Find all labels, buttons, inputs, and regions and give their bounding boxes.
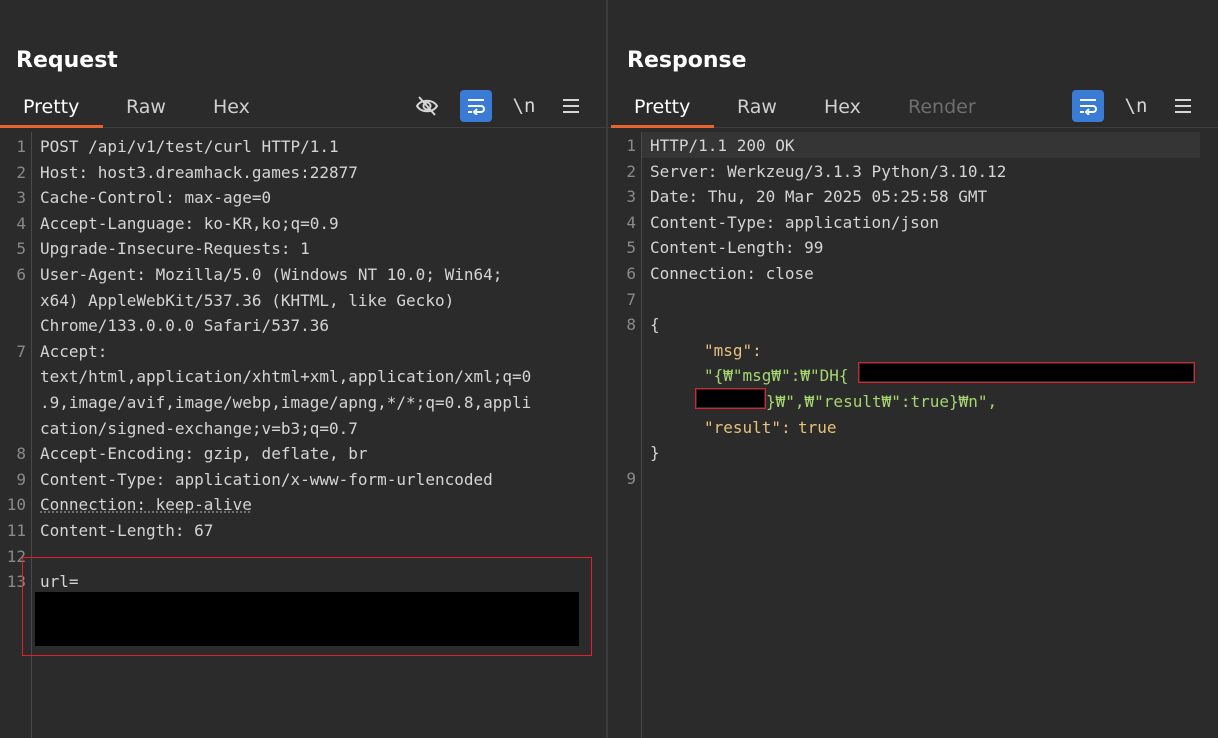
request-line: .9,image/avif,image/webp,image/apng,*/*;… xyxy=(40,393,532,412)
line-number: 8 xyxy=(16,444,26,464)
response-line: { xyxy=(650,315,660,335)
tab-hex[interactable]: Hex xyxy=(213,96,250,118)
response-line: Connection: close xyxy=(650,264,814,283)
response-line: Server: Werkzeug/3.1.3 Python/3.10.12 xyxy=(650,161,1007,181)
line-number: 3 xyxy=(16,188,26,208)
request-editor[interactable]: 1 2 3 4 5 6 7 8 9 10 11 12 13 POST /api/… xyxy=(0,132,606,738)
request-line: x64) AppleWebKit/537.36 (KHTML, like Gec… xyxy=(40,290,455,310)
redacted-url-value xyxy=(35,592,579,646)
newline-toggle[interactable]: \n xyxy=(510,92,538,120)
request-line: Upgrade-Insecure-Requests: 1 xyxy=(40,239,310,259)
active-tab-underline xyxy=(611,125,714,128)
request-line: Chrome/133.0.0.0 Safari/537.36 xyxy=(40,316,329,336)
line-number: 4 xyxy=(626,212,636,232)
text-wrap-icon[interactable] xyxy=(1072,90,1104,122)
tab-pretty[interactable]: Pretty xyxy=(634,96,690,118)
line-number: 6 xyxy=(16,265,26,284)
line-number: 8 xyxy=(626,315,636,335)
request-line: text/html,application/xhtml+xml,applicat… xyxy=(40,367,532,387)
request-title: Request xyxy=(16,48,118,73)
line-number: 1 xyxy=(626,136,636,155)
line-number: 11 xyxy=(6,521,26,540)
line-number: 5 xyxy=(16,239,26,259)
newline-toggle[interactable]: \n xyxy=(1122,92,1150,120)
json-close-brace: } xyxy=(650,443,660,463)
line-number: 10 xyxy=(6,495,26,515)
gutter-separator xyxy=(641,132,642,738)
response-line: Content-Type: application/json xyxy=(650,212,939,232)
response-line: Content-Length: 99 xyxy=(650,238,824,258)
line-number: 2 xyxy=(16,162,26,182)
response-pane: Response Pretty Raw Hex Render \n 1 2 3 … xyxy=(608,0,1218,738)
response-line: HTTP/1.1 200 OK xyxy=(650,136,795,155)
request-line: Accept-Language: ko-KR,ko;q=0.9 xyxy=(40,213,339,233)
line-number: 3 xyxy=(626,187,636,207)
hamburger-menu-icon[interactable] xyxy=(1169,92,1197,120)
response-title: Response xyxy=(627,48,747,73)
json-msg-value-end: }₩",₩"result₩":true}₩n", xyxy=(766,392,998,411)
json-result-key: "result": xyxy=(704,417,791,437)
request-line: Accept: xyxy=(40,341,108,361)
request-line: Host: host3.dreamhack.games:22877 xyxy=(40,162,358,182)
request-line: Content-Length: 67 xyxy=(40,521,214,540)
redacted-flag-part1 xyxy=(860,364,1193,381)
line-number: 9 xyxy=(16,469,26,489)
line-number: 1 xyxy=(16,137,26,156)
json-result-value: true xyxy=(798,417,837,437)
request-line: Content-Type: application/x-www-form-url… xyxy=(40,469,493,489)
request-line: Connection: keep-alive xyxy=(40,495,252,515)
line-number: 6 xyxy=(626,264,636,283)
line-number: 7 xyxy=(16,341,26,361)
json-msg-value-start: "{₩"msg₩":₩"DH{ xyxy=(704,366,849,386)
tab-pretty[interactable]: Pretty xyxy=(23,96,79,118)
redacted-flag-part2 xyxy=(697,390,764,407)
line-number: 9 xyxy=(626,469,636,488)
hamburger-menu-icon[interactable] xyxy=(557,92,585,120)
response-line: Date: Thu, 20 Mar 2025 05:25:58 GMT xyxy=(650,187,988,207)
request-line: Accept-Encoding: gzip, deflate, br xyxy=(40,444,368,464)
tab-hex[interactable]: Hex xyxy=(824,96,861,118)
tab-render[interactable]: Render xyxy=(908,96,976,118)
eye-slash-icon[interactable] xyxy=(413,92,441,120)
line-number: 5 xyxy=(626,238,636,258)
line-number: 7 xyxy=(626,289,636,309)
request-line: Cache-Control: max-age=0 xyxy=(40,188,272,208)
tab-raw[interactable]: Raw xyxy=(126,96,166,118)
response-editor[interactable]: 1 2 3 4 5 6 7 8 9 HTTP/1.1 200 OK Server… xyxy=(608,132,1218,738)
request-pane: Request Pretty Raw Hex \n 1 2 3 4 5 6 7 … xyxy=(0,0,606,738)
request-line: cation/signed-exchange;v=b3;q=0.7 xyxy=(40,418,358,438)
tab-raw[interactable]: Raw xyxy=(737,96,777,118)
line-number: 4 xyxy=(16,213,26,233)
line-number: 2 xyxy=(626,161,636,181)
request-line: POST /api/v1/test/curl HTTP/1.1 xyxy=(40,137,339,156)
active-tab-underline xyxy=(0,125,103,128)
json-msg-key: "msg": xyxy=(704,340,762,360)
text-wrap-icon[interactable] xyxy=(460,90,492,122)
request-line: User-Agent: Mozilla/5.0 (Windows NT 10.0… xyxy=(40,265,503,284)
